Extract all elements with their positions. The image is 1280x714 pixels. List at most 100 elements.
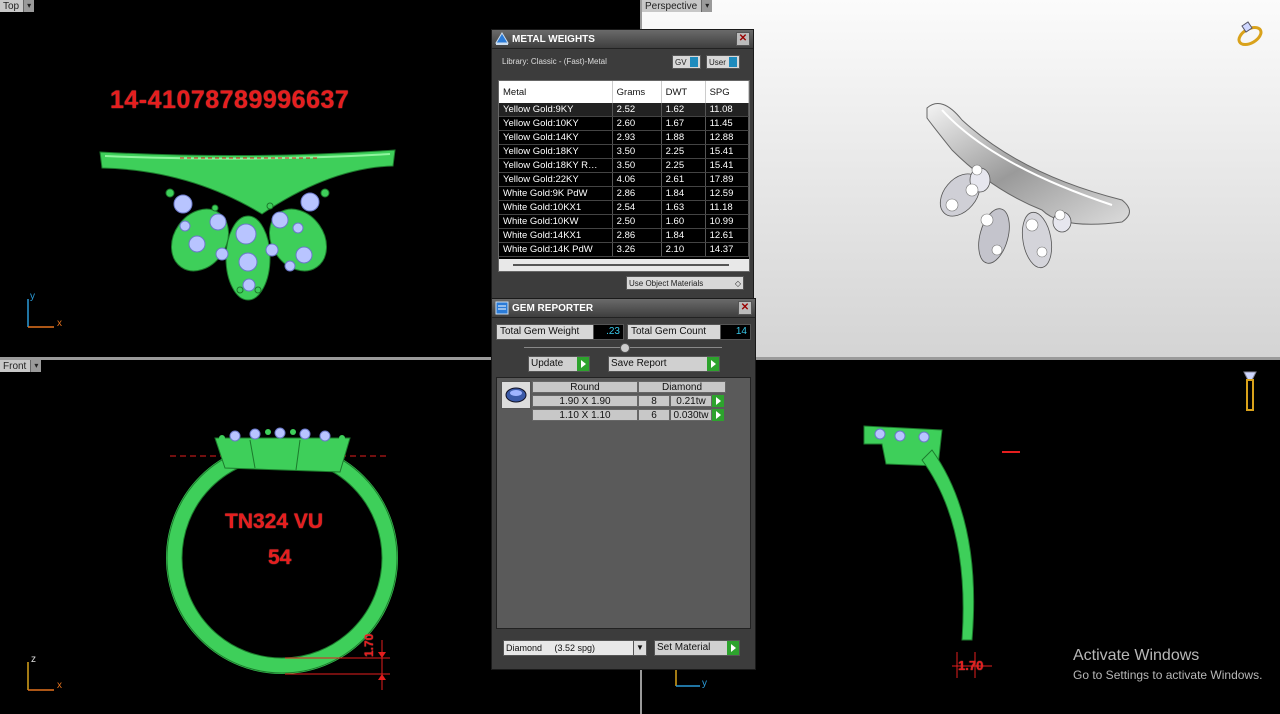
axis-z-label: z — [31, 654, 36, 665]
gem-material-header: Diamond — [638, 381, 726, 393]
metal-cell: 1.62 — [661, 103, 706, 117]
axis-gizmo-front — [27, 662, 54, 691]
metal-cell: 4.06 — [612, 172, 662, 187]
material-select[interactable]: Diamond (3.52 spg) ▼ — [503, 640, 647, 656]
gem-shape-header: Round — [532, 381, 638, 393]
table-row[interactable]: Yellow Gold:18KY R… 3.50 2.25 15.41 — [499, 158, 749, 173]
metal-cell: 2.60 — [612, 116, 662, 131]
metal-cell: Yellow Gold:18KY — [499, 144, 613, 159]
metal-cell: 2.86 — [612, 186, 662, 201]
table-row[interactable]: Yellow Gold:18KY 3.50 2.25 15.41 — [499, 144, 749, 159]
save-report-button[interactable]: Save Report — [608, 356, 720, 372]
set-material-label: Set Material — [657, 642, 711, 653]
metal-cell: Yellow Gold:9KY — [499, 103, 613, 117]
set-material-button[interactable]: Set Material — [654, 640, 740, 656]
gv-toggle[interactable]: GV — [672, 55, 701, 69]
gem-list-area[interactable]: Round Diamond 1.90 X 1.90 8 0.21tw 1.10 X 1… — [496, 377, 751, 629]
play-icon — [727, 641, 739, 655]
metal-cell: 10.99 — [705, 214, 749, 229]
metal-cell: 1.67 — [661, 116, 706, 131]
metal-cell: 3.26 — [612, 242, 662, 257]
metal-cell: 1.84 — [661, 186, 706, 201]
axis-gizmo-top — [27, 299, 54, 328]
update-button[interactable]: Update — [528, 356, 590, 372]
total-gem-count-label: Total Gem Count — [627, 324, 723, 340]
metal-cell: 2.50 — [612, 214, 662, 229]
axis-y-label: y — [30, 291, 35, 302]
metal-cell: 2.93 — [612, 130, 662, 145]
gem-reporter-panel: GEM REPORTER ✕ Total Gem Weight .23 Tota… — [491, 298, 756, 670]
gem-shape-thumbnail[interactable] — [501, 381, 531, 409]
metal-cell: 1.63 — [661, 200, 706, 215]
metal-cell: 2.61 — [661, 172, 706, 187]
gem-count-cell: 6 — [638, 409, 670, 421]
metal-cell: 15.41 — [705, 144, 749, 159]
metal-column-header[interactable]: SPG — [705, 81, 749, 103]
metal-table-container[interactable]: Metal Grams DWT SPG Yellow Gold:9KY 2.52 1.62… — [498, 80, 750, 272]
close-icon[interactable]: ✕ — [738, 301, 752, 315]
metal-column-header[interactable]: Grams — [612, 81, 662, 103]
table-row[interactable]: White Gold:9K PdW 2.86 1.84 12.59 — [499, 186, 749, 201]
play-icon[interactable] — [712, 395, 724, 407]
table-row[interactable]: White Gold:14KX1 2.86 1.84 12.61 — [499, 228, 749, 243]
metal-cell: 1.60 — [661, 214, 706, 229]
gem-weight-cell: 0.21tw — [670, 395, 712, 407]
total-gem-weight-value: .23 — [593, 324, 624, 340]
metal-cell: White Gold:9K PdW — [499, 186, 613, 201]
chevron-down-icon: ▼ — [633, 641, 646, 655]
gem-weight-cell: 0.030tw — [670, 409, 712, 421]
metal-cell: 3.50 — [612, 144, 662, 159]
gem-reporter-titlebar[interactable]: GEM REPORTER ✕ — [492, 299, 755, 318]
save-report-label: Save Report — [611, 358, 667, 369]
toggle-indicator-icon — [689, 57, 698, 67]
table-row[interactable]: Yellow Gold:14KY 2.93 1.88 12.88 — [499, 130, 749, 145]
metal-column-header[interactable]: Metal — [499, 81, 613, 103]
metal-cell: White Gold:10KW — [499, 214, 613, 229]
table-row[interactable]: Yellow Gold:22KY 4.06 2.61 17.89 — [499, 172, 749, 187]
gem-size-cell: 1.10 X 1.10 — [532, 409, 638, 421]
dimension-front: 1.70 — [362, 633, 376, 657]
axis-x-label: x — [57, 680, 62, 691]
metal-cell: 2.25 — [661, 158, 706, 173]
table-row[interactable]: White Gold:10KX1 2.54 1.63 11.18 — [499, 200, 749, 215]
update-label: Update — [531, 358, 564, 369]
table-scrollbar[interactable] — [499, 259, 749, 271]
table-row[interactable]: Yellow Gold:10KY 2.60 1.67 11.45 — [499, 116, 749, 131]
table-row[interactable]: Yellow Gold:9KY 2.52 1.62 11.08 — [499, 103, 749, 117]
ring-icon — [1237, 21, 1263, 47]
metal-cell: Yellow Gold:14KY — [499, 130, 613, 145]
metal-cell: White Gold:14K PdW — [499, 242, 613, 257]
table-row[interactable]: White Gold:14K PdW 3.26 2.10 14.37 — [499, 242, 749, 257]
metal-cell: 14.37 — [705, 242, 749, 257]
metal-cell: 12.61 — [705, 228, 749, 243]
axis-y-label: y — [702, 678, 707, 689]
activate-windows-title: Activate Windows — [1073, 647, 1200, 664]
chevron-down-icon: ◇ — [734, 278, 741, 288]
close-icon[interactable]: ✕ — [736, 32, 750, 46]
play-icon[interactable] — [712, 409, 724, 421]
use-object-materials-button[interactable]: Use Object Materials ◇ — [626, 276, 744, 290]
play-icon — [577, 357, 589, 371]
activate-windows-subtitle: Go to Settings to activate Windows. — [1073, 668, 1263, 682]
splitter-handle[interactable] — [620, 343, 630, 353]
metal-weights-titlebar[interactable]: METAL WEIGHTS ✕ — [492, 30, 753, 49]
scale-icon — [492, 30, 512, 48]
metal-cell: 1.84 — [661, 228, 706, 243]
metal-cell: 1.88 — [661, 130, 706, 145]
metal-weights-title: METAL WEIGHTS — [512, 33, 595, 45]
metal-table-header: Metal Grams DWT SPG — [499, 81, 749, 103]
metal-table: Metal Grams DWT SPG Yellow Gold:9KY 2.52 1.62… — [499, 81, 749, 257]
scrollbar-thumb[interactable] — [513, 264, 729, 266]
material-select-value: Diamond (3.52 spg) — [506, 643, 596, 653]
user-toggle-label: User — [709, 57, 726, 67]
metal-cell: 2.52 — [612, 103, 662, 117]
user-toggle[interactable]: User — [706, 55, 740, 69]
dimension-side: 1.70 — [958, 658, 984, 673]
library-label: Library: Classic - (Fast)-Metal — [502, 57, 607, 66]
metal-cell: White Gold:10KX1 — [499, 200, 613, 215]
play-icon — [707, 357, 719, 371]
metal-cell: 2.25 — [661, 144, 706, 159]
metal-cell: 15.41 — [705, 158, 749, 173]
metal-column-header[interactable]: DWT — [661, 81, 706, 103]
table-row[interactable]: White Gold:10KW 2.50 1.60 10.99 — [499, 214, 749, 229]
